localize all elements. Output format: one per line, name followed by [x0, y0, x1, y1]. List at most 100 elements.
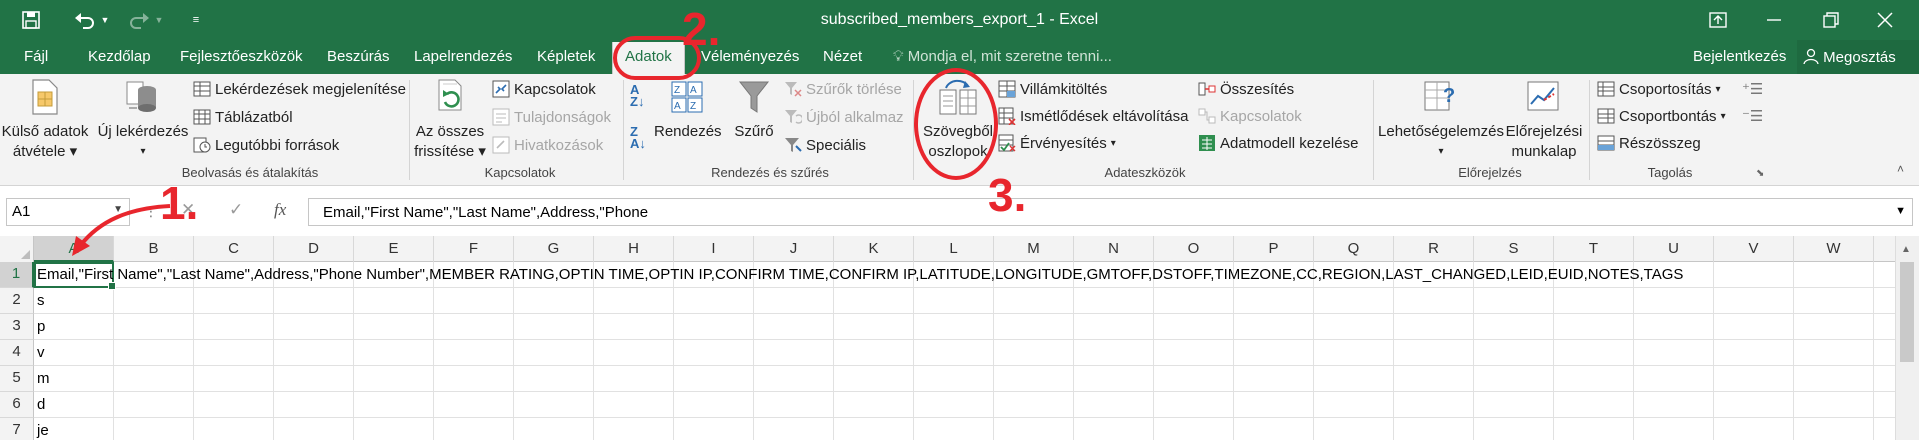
cell-a4[interactable]: v [34, 344, 45, 361]
tab-formulas[interactable]: Képletek [537, 48, 595, 65]
collapse-ribbon-icon[interactable]: ˄ [1897, 162, 1904, 176]
column-header[interactable]: G [514, 236, 594, 262]
manage-data-model-button[interactable]: Adatmodell kezelése [1198, 134, 1358, 152]
sign-in-link[interactable]: Bejelentkezés [1693, 48, 1786, 65]
tell-me-box[interactable]: 💡︎ Mondja el, mit szeretne tenni... [893, 48, 1112, 65]
from-table-label: Táblázatból [215, 108, 293, 126]
row-header[interactable]: 4 [0, 340, 34, 366]
cell-a5[interactable]: m [34, 370, 50, 387]
row-header[interactable]: 3 [0, 314, 34, 340]
tab-view[interactable]: Nézet [823, 48, 862, 65]
flash-fill-button[interactable]: Villámkitöltés [998, 80, 1107, 98]
filter-button[interactable]: Szűrő [728, 78, 780, 142]
column-header[interactable]: K [834, 236, 914, 262]
cell-a6[interactable]: d [34, 396, 45, 413]
row-header[interactable]: 1 [0, 262, 34, 288]
column-header[interactable]: Q [1314, 236, 1394, 262]
properties-button[interactable]: Tulajdonságok [492, 108, 611, 126]
sort-label: Rendezés [654, 123, 722, 140]
forecast-sheet-button[interactable]: Előrejelzési munkalap [1504, 78, 1584, 162]
connections-button[interactable]: Kapcsolatok [492, 80, 596, 98]
data-validation-button[interactable]: Érvényesítés ▾ [998, 134, 1116, 152]
show-queries-button[interactable]: Lekérdezések megjelenítése [193, 80, 406, 98]
column-header[interactable]: R [1394, 236, 1474, 262]
scrollbar-thumb[interactable] [1900, 262, 1914, 362]
column-header[interactable]: L [914, 236, 994, 262]
row-header[interactable]: 5 [0, 366, 34, 392]
cell-a3[interactable]: p [34, 318, 45, 335]
cell-a2[interactable]: s [34, 292, 45, 309]
show-queries-label: Lekérdezések megjelenítése [215, 80, 406, 98]
column-header[interactable]: C [194, 236, 274, 262]
refresh-icon [414, 78, 486, 122]
cell-a1[interactable]: Email,"First Name","Last Name",Address,"… [34, 266, 1683, 283]
ribbon-display-options-icon[interactable] [1695, 0, 1741, 40]
consolidate-button[interactable]: Összesítés [1198, 80, 1294, 98]
column-header[interactable]: T [1554, 236, 1634, 262]
column-headers: A B C D E F G H I J K L M N O P Q R S T … [0, 236, 1895, 262]
column-header[interactable]: S [1474, 236, 1554, 262]
column-header[interactable]: W [1794, 236, 1874, 262]
sort-za-button[interactable]: Z A↓ [630, 125, 646, 150]
column-header[interactable]: U [1634, 236, 1714, 262]
column-header[interactable]: J [754, 236, 834, 262]
column-header[interactable]: F [434, 236, 514, 262]
column-header[interactable]: I [674, 236, 754, 262]
get-external-data-button[interactable]: Külső adatok átvétele ▾ [0, 78, 90, 162]
hide-detail-icon[interactable]: ⁻☰ [1742, 107, 1763, 125]
cell-a7[interactable]: je [34, 422, 49, 439]
edit-links-button[interactable]: Hivatkozások [492, 136, 603, 154]
column-header[interactable]: M [994, 236, 1074, 262]
outline-settings-launcher-icon[interactable]: ⬊ [1756, 168, 1764, 179]
refresh-all-button[interactable]: Az összes frissítése ▾ [414, 78, 486, 162]
remove-duplicates-button[interactable]: Ismétlődések eltávolítása [998, 107, 1188, 126]
select-all-button[interactable] [0, 236, 34, 262]
recent-sources-button[interactable]: Legutóbbi források [193, 136, 339, 154]
row-header[interactable]: 2 [0, 288, 34, 314]
sort-az-button[interactable]: A Z↓ [630, 83, 644, 108]
reapply-button[interactable]: Újból alkalmaz [784, 108, 904, 126]
sort-icon: ZAAZ [654, 78, 720, 122]
enter-icon[interactable]: ✓ [229, 200, 243, 220]
column-header[interactable]: D [274, 236, 354, 262]
show-detail-icon[interactable]: ⁺☰ [1742, 80, 1763, 98]
ungroup-button[interactable]: Csoportbontás ▾ [1597, 107, 1726, 125]
group-button[interactable]: Csoportosítás ▾ [1597, 80, 1721, 98]
share-button[interactable]: Megosztás [1797, 40, 1919, 74]
worksheet-grid[interactable]: A B C D E F G H I J K L M N O P Q R S T … [0, 236, 1919, 440]
subtotal-button[interactable]: Részösszeg [1597, 134, 1701, 152]
tab-file[interactable]: Fájl [24, 48, 48, 65]
relationships-button[interactable]: Kapcsolatok [1198, 107, 1302, 125]
vertical-scrollbar[interactable]: ▲ [1895, 236, 1919, 440]
svg-text:Z: Z [690, 101, 696, 112]
row-header[interactable]: 7 [0, 418, 34, 440]
tab-page-layout[interactable]: Lapelrendezés [414, 48, 512, 65]
what-if-analysis-button[interactable]: ? Lehetőségelemzés ▾ [1378, 78, 1504, 162]
row-header[interactable]: 6 [0, 392, 34, 418]
clear-filters-button[interactable]: Szűrők törlése [784, 80, 902, 98]
column-header[interactable]: P [1234, 236, 1314, 262]
column-header[interactable]: O [1154, 236, 1234, 262]
tab-developer[interactable]: Fejlesztőeszközök [180, 48, 303, 65]
advanced-filter-button[interactable]: Speciális [784, 136, 866, 154]
column-header[interactable]: E [354, 236, 434, 262]
expand-formula-bar-icon[interactable]: ▼ [1895, 205, 1906, 217]
formula-input[interactable]: Email,"First Name","Last Name",Address,"… [308, 198, 1913, 226]
close-button[interactable] [1862, 0, 1908, 40]
scroll-up-icon[interactable]: ▲ [1901, 244, 1911, 255]
minimize-button[interactable] [1751, 0, 1797, 40]
refresh-all-label-2: frissítése ▾ [414, 143, 486, 160]
from-table-button[interactable]: Táblázatból [193, 108, 293, 126]
new-query-button[interactable]: Új lekérdezés ▾ [97, 78, 189, 162]
column-header[interactable]: H [594, 236, 674, 262]
insert-function-icon[interactable]: fx [274, 200, 286, 220]
annotation-step-3: 3. [988, 169, 1027, 221]
reapply-icon [784, 108, 804, 126]
column-header[interactable]: V [1714, 236, 1794, 262]
restore-button[interactable] [1808, 0, 1854, 40]
sort-button[interactable]: ZAAZ Rendezés [654, 78, 722, 142]
tab-home[interactable]: Kezdőlap [88, 48, 151, 65]
clear-filter-icon [784, 80, 802, 98]
tab-insert[interactable]: Beszúrás [327, 48, 390, 65]
column-header[interactable]: N [1074, 236, 1154, 262]
